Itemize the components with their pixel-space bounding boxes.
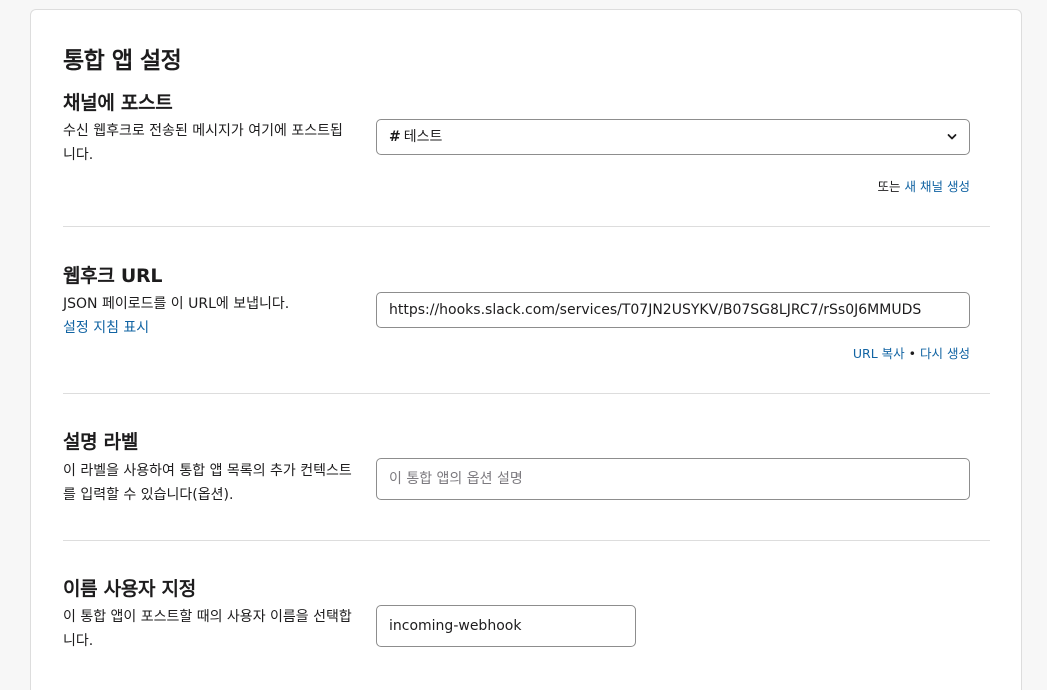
divider (63, 540, 990, 541)
create-channel-row: 또는 새 채널 생성 (878, 176, 970, 195)
username-input[interactable] (389, 609, 623, 643)
username-input-field[interactable] (376, 605, 636, 647)
webhook-section-title: 웹후크 URL (63, 265, 163, 287)
channel-select[interactable]: # 테스트 (376, 119, 970, 155)
channel-select-value: 테스트 (403, 129, 443, 145)
settings-card: 통합 앱 설정 채널에 포스트 수신 웹후크로 전송된 메시지가 여기에 포스트… (30, 9, 1022, 690)
channel-description: 수신 웹후크로 전송된 메시지가 여기에 포스트됩니다. (63, 123, 343, 163)
label-description: 이 라벨을 사용하여 통합 앱 목록의 추가 컨텍스트를 입력할 수 있습니다(… (63, 463, 352, 503)
username-description: 이 통합 앱이 포스트할 때의 사용자 이름을 선택합니다. (63, 609, 352, 649)
divider (63, 226, 990, 227)
webhook-url-value: https://hooks.slack.com/services/T07JN2U… (389, 302, 922, 318)
page-title: 통합 앱 설정 (63, 48, 182, 74)
webhook-actions-row: URL 복사 • 다시 생성 (853, 343, 970, 362)
label-input-field[interactable] (376, 458, 970, 500)
webhook-description: JSON 페이로드를 이 URL에 보냅니다. (63, 296, 290, 312)
create-channel-link[interactable]: 새 채널 생성 (905, 179, 970, 194)
channel-section-title: 채널에 포스트 (63, 92, 173, 114)
webhook-description-block: JSON 페이로드를 이 URL에 보냅니다. 설정 지침 표시 (63, 292, 353, 340)
regenerate-link[interactable]: 다시 생성 (920, 346, 970, 361)
chevron-down-icon (947, 120, 957, 154)
webhook-url-field[interactable]: https://hooks.slack.com/services/T07JN2U… (376, 292, 970, 328)
or-text: 또는 (877, 179, 901, 194)
separator-dot: • (908, 346, 917, 361)
divider (63, 393, 990, 394)
hash-icon: # (389, 129, 401, 145)
label-input[interactable] (389, 462, 957, 496)
copy-url-link[interactable]: URL 복사 (853, 346, 905, 361)
username-section-title: 이름 사용자 지정 (63, 578, 196, 600)
setup-instructions-link[interactable]: 설정 지침 표시 (63, 316, 353, 340)
label-section-title: 설명 라벨 (63, 431, 139, 453)
